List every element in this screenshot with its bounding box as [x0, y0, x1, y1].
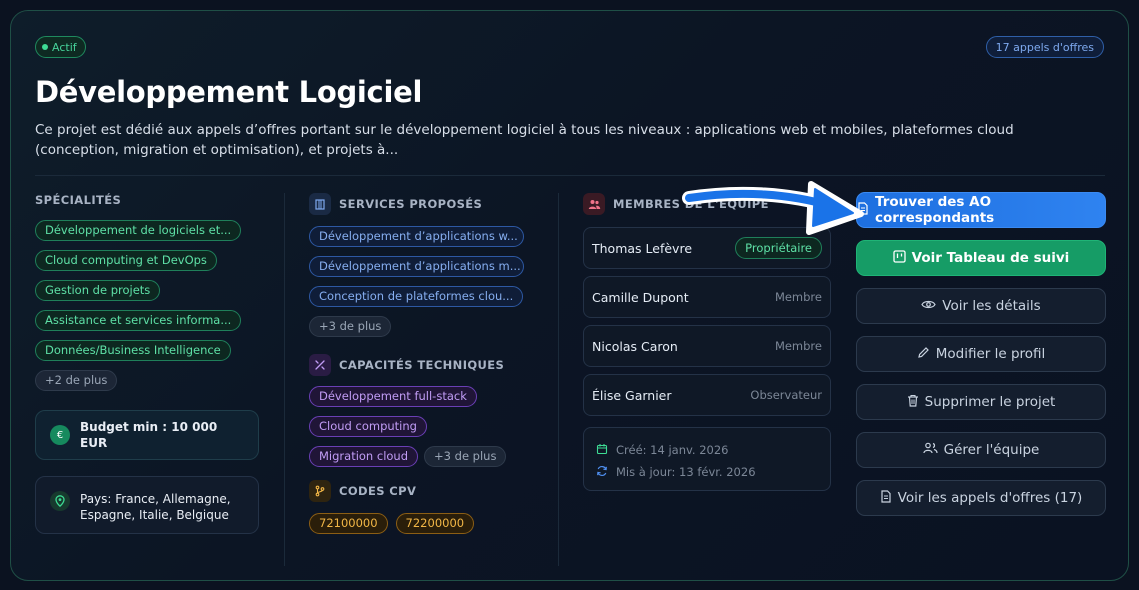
member-name: Camille Dupont — [592, 289, 689, 305]
project-description: Ce projet est dédié aux appels d’offres … — [35, 122, 1014, 158]
status-dot-icon — [42, 44, 48, 50]
capacites-label-row: CAPACITÉS TECHNIQUES — [309, 354, 549, 376]
capacites-label: CAPACITÉS TECHNIQUES — [339, 358, 505, 372]
dates-box: Créé: 14 janv. 2026 Mis à jour: 13 févr.… — [583, 427, 831, 491]
view-details-label: Voir les détails — [942, 298, 1041, 314]
member-name: Thomas Lefèvre — [592, 240, 693, 256]
member-role: Observateur — [750, 388, 822, 402]
capacites-more-chip[interactable]: +3 de plus — [424, 446, 507, 467]
specialite-chip: Gestion de projets — [35, 280, 161, 301]
kanban-icon — [893, 249, 906, 267]
member-role: Membre — [774, 339, 822, 353]
services-chip-list: Développement d’applications w... Dévelo… — [309, 226, 549, 346]
pencil-icon — [917, 346, 930, 363]
service-chip: Développement d’applications m... — [309, 256, 524, 277]
view-tenders-button[interactable]: Voir les appels d'offres (17) — [856, 480, 1106, 516]
eye-icon — [921, 299, 936, 314]
project-card: Actif 17 appels d'offres Développement L… — [10, 10, 1129, 581]
building-icon — [309, 193, 331, 215]
delete-project-button[interactable]: Supprimer le projet — [856, 384, 1106, 420]
member-row[interactable]: Nicolas Caron Membre — [583, 325, 831, 367]
tools-icon — [309, 354, 331, 376]
specialite-chip: Assistance et services informa... — [35, 310, 242, 331]
budget-text: Budget min : 10 000 EUR — [80, 420, 218, 450]
view-details-button[interactable]: Voir les détails — [856, 288, 1106, 324]
location-pin-icon — [50, 491, 70, 511]
refresh-icon — [596, 465, 608, 480]
trash-icon — [907, 394, 919, 411]
countries-box: Pays: France, Allemagne, Espagne, Italie… — [35, 476, 259, 534]
calendar-icon — [596, 443, 608, 458]
member-role-badge: Propriétaire — [735, 237, 822, 259]
updated-date: Mis à jour: 13 févr. 2026 — [616, 465, 756, 479]
specialites-more-chip[interactable]: +2 de plus — [35, 370, 118, 391]
status-badge-label: Actif — [52, 40, 77, 54]
find-matching-tenders-button[interactable]: Trouver des AO correspondants — [856, 192, 1106, 228]
specialite-chip: Données/Business Intelligence — [35, 340, 231, 361]
view-tenders-label: Voir les appels d'offres (17) — [897, 490, 1083, 506]
created-date-row: Créé: 14 janv. 2026 — [596, 439, 818, 461]
users-icon — [583, 193, 605, 215]
column-divider — [284, 193, 285, 566]
tenders-count-badge: 17 appels d'offres — [985, 36, 1104, 58]
annotation-arrow-icon — [682, 181, 864, 235]
tracking-board-button[interactable]: Voir Tableau de suivi — [856, 240, 1106, 276]
cpv-label: CODES CPV — [339, 484, 417, 498]
find-matching-tenders-label: Trouver des AO correspondants — [875, 194, 995, 226]
cpv-label-row: CODES CPV — [309, 480, 549, 502]
budget-box: € Budget min : 10 000 EUR — [35, 410, 259, 460]
manage-team-button[interactable]: Gérer l'équipe — [856, 432, 1106, 468]
member-role: Membre — [774, 290, 822, 304]
services-column: SERVICES PROPOSÉS Développement d’applic… — [309, 193, 549, 543]
specialite-chip: Développement de logiciels et... — [35, 220, 242, 241]
capacite-chip: Développement full-stack — [309, 386, 477, 407]
actions-column: Trouver des AO correspondants Voir Table… — [856, 192, 1106, 528]
manage-team-label: Gérer l'équipe — [943, 442, 1040, 458]
divider — [35, 175, 1105, 176]
euro-icon: € — [50, 425, 70, 445]
specialites-chip-list: Développement de logiciels et... Cloud c… — [35, 220, 260, 400]
team-column: MEMBRES DE L'ÉQUIPE Thomas Lefèvre Propr… — [583, 193, 833, 491]
service-chip: Conception de plateformes clou... — [309, 286, 524, 307]
project-title: Développement Logiciel — [35, 75, 423, 109]
specialites-column: SPÉCIALITÉS Développement de logiciels e… — [35, 193, 260, 534]
member-name: Nicolas Caron — [592, 338, 678, 354]
countries-text: Pays: France, Allemagne, Espagne, Italie… — [80, 492, 231, 522]
capacites-chip-list: Développement full-stack Cloud computing… — [309, 386, 549, 476]
member-name: Élise Garnier — [592, 387, 672, 403]
specialite-chip: Cloud computing et DevOps — [35, 250, 217, 271]
services-label-row: SERVICES PROPOSÉS — [309, 193, 549, 215]
edit-profile-label: Modifier le profil — [935, 346, 1046, 362]
member-row[interactable]: Élise Garnier Observateur — [583, 374, 831, 416]
services-label: SERVICES PROPOSÉS — [339, 197, 483, 211]
git-branch-icon — [309, 480, 331, 502]
delete-project-label: Supprimer le projet — [924, 394, 1056, 410]
cpv-chip: 72100000 — [309, 513, 388, 534]
specialites-label: SPÉCIALITÉS — [35, 193, 122, 207]
users-icon — [923, 442, 938, 458]
created-date: Créé: 14 janv. 2026 — [616, 443, 729, 457]
document-icon — [880, 489, 892, 507]
cpv-chip-list: 72100000 72200000 — [309, 513, 549, 543]
cpv-chip: 72200000 — [395, 513, 475, 534]
member-list: Thomas Lefèvre Propriétaire Camille Dupo… — [583, 227, 833, 416]
status-badge: Actif — [35, 36, 86, 58]
edit-profile-button[interactable]: Modifier le profil — [856, 336, 1106, 372]
member-row[interactable]: Camille Dupont Membre — [583, 276, 831, 318]
capacite-chip: Migration cloud — [309, 446, 419, 467]
updated-date-row: Mis à jour: 13 févr. 2026 — [596, 461, 818, 483]
service-chip: Développement d’applications w... — [309, 226, 524, 247]
tracking-board-label: Voir Tableau de suivi — [911, 250, 1070, 266]
column-divider — [558, 193, 559, 566]
capacite-chip: Cloud computing — [309, 416, 427, 437]
services-more-chip[interactable]: +3 de plus — [309, 316, 392, 337]
